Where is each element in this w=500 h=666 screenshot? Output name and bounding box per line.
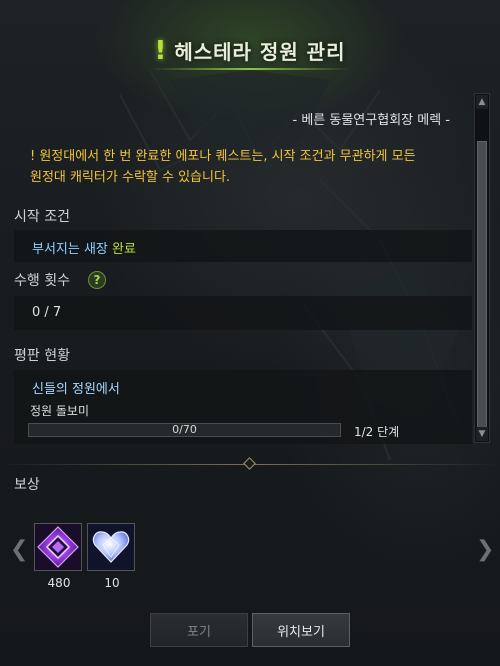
completion-count-label: 수행 횟수 bbox=[14, 273, 70, 289]
reputation-faction: 신들의 정원에서 bbox=[32, 382, 120, 397]
give-up-button[interactable]: 포기 bbox=[150, 613, 248, 647]
reputation-item-name: 정원 돌보미 bbox=[30, 404, 90, 418]
scrollbar[interactable]: ▲ ▼ bbox=[474, 93, 490, 443]
title-glow-line bbox=[150, 68, 350, 70]
reward-item[interactable]: 10 bbox=[87, 523, 137, 590]
notice-line-1: ! 원정대에서 한 번 완료한 에포나 퀘스트는, 시작 조건과 무관하게 모든 bbox=[30, 149, 416, 164]
reward-quantity: 480 bbox=[47, 576, 71, 590]
start-condition-value: 부서지는 새장 완료 bbox=[32, 238, 136, 257]
page-title: 헤스테라 정원 관리 bbox=[174, 40, 346, 64]
reward-item[interactable]: 480 bbox=[34, 523, 84, 590]
help-icon[interactable]: ? bbox=[88, 271, 106, 289]
completion-count-value: 0 / 7 bbox=[32, 305, 62, 320]
completion-count-band bbox=[14, 296, 472, 330]
quest-status: 완료 bbox=[112, 242, 136, 257]
scroll-up-icon[interactable]: ▲ bbox=[476, 95, 488, 109]
npc-name: - 베른 동물연구협회장 메렉 - bbox=[292, 113, 450, 128]
heart-crystal-icon[interactable] bbox=[87, 523, 135, 571]
scroll-thumb[interactable] bbox=[477, 141, 487, 431]
reputation-label: 평판 현황 bbox=[14, 348, 70, 364]
start-condition-label: 시작 조건 bbox=[14, 209, 70, 225]
notice-line-2: 원정대 캐릭터가 수락할 수 있습니다. bbox=[30, 170, 231, 185]
arrow-right-icon[interactable]: ❯ bbox=[476, 537, 494, 562]
arrow-left-icon[interactable]: ❮ bbox=[10, 537, 28, 562]
title: ! 헤스테라 정원 관리 bbox=[155, 36, 346, 65]
reputation-stage: 1/2 단계 bbox=[354, 425, 400, 439]
progress-text: 0/70 bbox=[172, 423, 197, 436]
scroll-down-icon[interactable]: ▼ bbox=[476, 427, 488, 441]
reputation-progress-bar: 0/70 bbox=[28, 423, 341, 437]
title-bar: ! 헤스테라 정원 관리 bbox=[0, 0, 500, 86]
reward-quantity: 10 bbox=[104, 576, 120, 590]
rewards-label: 보상 bbox=[14, 477, 40, 493]
locate-button[interactable]: 위치보기 bbox=[252, 613, 350, 647]
purple-gem-icon[interactable] bbox=[34, 523, 82, 571]
quest-name: 부서지는 새장 bbox=[32, 242, 108, 257]
notice-text: ! 원정대에서 한 번 완료한 에포나 퀘스트는, 시작 조건과 무관하게 모든… bbox=[30, 146, 470, 188]
exclamation-icon: ! bbox=[154, 35, 167, 66]
